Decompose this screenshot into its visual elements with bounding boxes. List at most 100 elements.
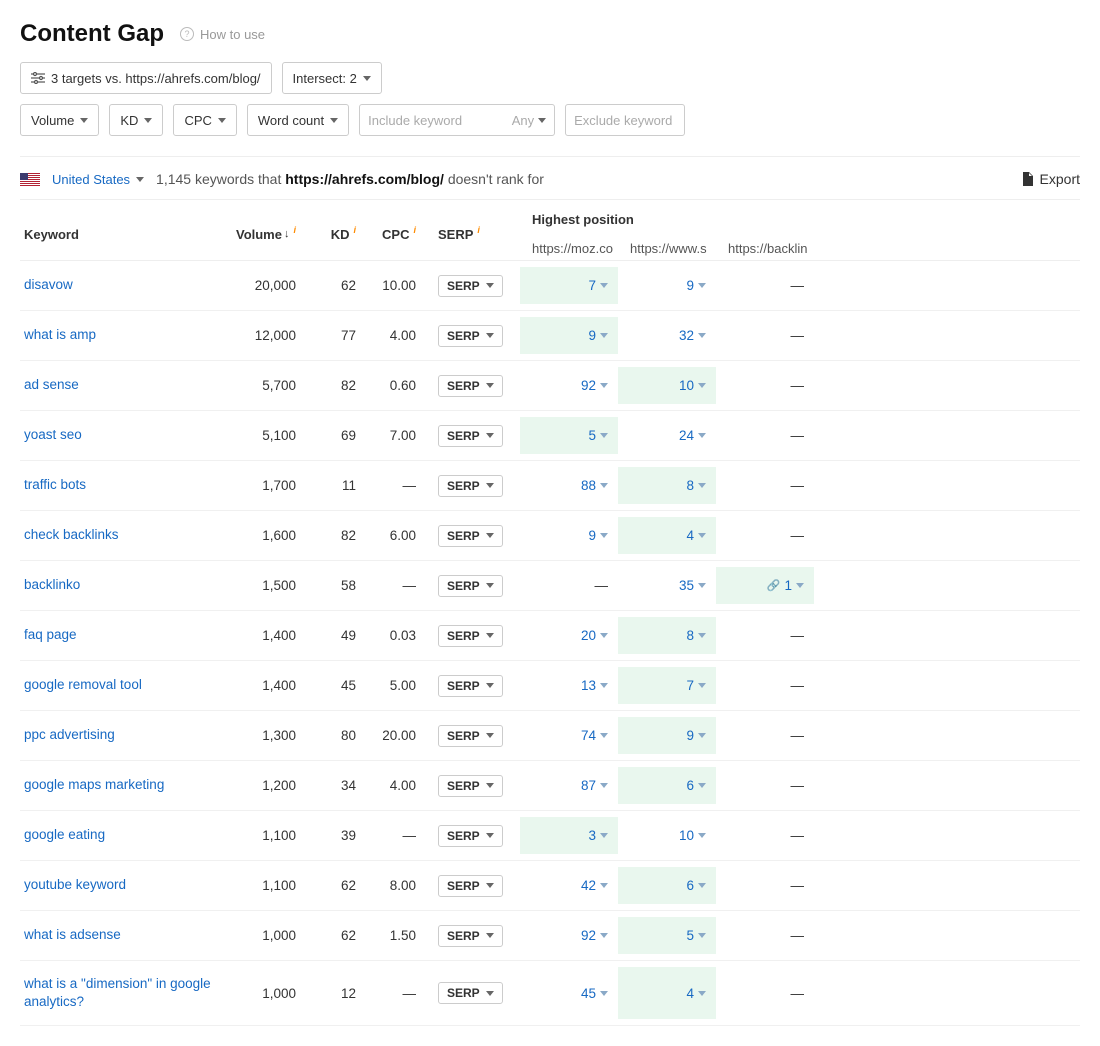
position-cell[interactable]: 7 xyxy=(618,667,716,704)
targets-filter[interactable]: 3 targets vs. https://ahrefs.com/blog/ xyxy=(20,62,272,94)
col-kd[interactable]: KDi xyxy=(300,212,360,256)
info-icon[interactable]: i xyxy=(413,225,416,235)
position-cell[interactable]: 87 xyxy=(520,778,618,793)
subcol-competitor-1[interactable]: https://moz.co xyxy=(532,241,630,256)
keyword-link[interactable]: what is amp xyxy=(20,326,220,344)
position-cell[interactable]: 10 xyxy=(618,828,716,843)
position-cell[interactable]: 3 xyxy=(520,817,618,854)
position-cell[interactable]: 🔗 1 xyxy=(716,567,814,604)
how-to-use-label: How to use xyxy=(200,27,265,42)
position-cell[interactable]: 8 xyxy=(618,617,716,654)
keyword-link[interactable]: traffic bots xyxy=(20,476,220,494)
export-button[interactable]: Export xyxy=(1022,171,1080,187)
position-cell[interactable]: 74 xyxy=(520,728,618,743)
intersect-filter[interactable]: Intersect: 2 xyxy=(282,62,382,94)
include-any-dropdown[interactable]: Any xyxy=(512,113,546,128)
serp-cell: SERP xyxy=(420,775,520,797)
keyword-link[interactable]: google removal tool xyxy=(20,676,220,694)
chevron-down-icon xyxy=(218,118,226,123)
chevron-down-icon xyxy=(486,883,494,888)
position-cell[interactable]: 5 xyxy=(520,417,618,454)
position-cell[interactable]: 45 xyxy=(520,986,618,1001)
position-cell[interactable]: 9 xyxy=(618,717,716,754)
keyword-link[interactable]: disavow xyxy=(20,276,220,294)
position-cell[interactable]: 10 xyxy=(618,367,716,404)
position-cell[interactable]: 9 xyxy=(520,317,618,354)
keyword-link[interactable]: what is adsense xyxy=(20,926,220,944)
serp-button[interactable]: SERP xyxy=(438,925,503,947)
serp-button[interactable]: SERP xyxy=(438,425,503,447)
exclude-keyword-input[interactable]: Exclude keyword xyxy=(565,104,685,136)
info-icon[interactable]: i xyxy=(477,225,480,235)
position-cell[interactable]: 88 xyxy=(520,478,618,493)
keyword-link[interactable]: youtube keyword xyxy=(20,876,220,894)
position-cell[interactable]: 4 xyxy=(618,967,716,1019)
serp-button[interactable]: SERP xyxy=(438,525,503,547)
position-cell[interactable]: 92 xyxy=(520,928,618,943)
serp-button[interactable]: SERP xyxy=(438,875,503,897)
keyword-link[interactable]: google eating xyxy=(20,826,220,844)
keyword-link[interactable]: check backlinks xyxy=(20,526,220,544)
help-icon: ? xyxy=(180,27,194,41)
col-cpc[interactable]: CPCi xyxy=(360,212,420,256)
serp-button[interactable]: SERP xyxy=(438,825,503,847)
cpc-filter[interactable]: CPC xyxy=(173,104,236,136)
keyword-link[interactable]: what is a "dimension" in google analytic… xyxy=(20,975,220,1011)
serp-button[interactable]: SERP xyxy=(438,775,503,797)
position-cell[interactable]: 6 xyxy=(618,867,716,904)
position-cell: — xyxy=(716,278,814,293)
col-keyword[interactable]: Keyword xyxy=(20,212,220,256)
serp-cell: SERP xyxy=(420,925,520,947)
table-row: what is amp12,000774.00SERP932— xyxy=(20,311,1080,361)
info-icon[interactable]: i xyxy=(293,225,296,235)
info-icon[interactable]: i xyxy=(353,225,356,235)
serp-button[interactable]: SERP xyxy=(438,375,503,397)
position-cell[interactable]: 24 xyxy=(618,428,716,443)
keyword-link[interactable]: google maps marketing xyxy=(20,776,220,794)
subcol-competitor-2[interactable]: https://www.s xyxy=(630,241,728,256)
keyword-link[interactable]: ad sense xyxy=(20,376,220,394)
keyword-link[interactable]: ppc advertising xyxy=(20,726,220,744)
country-selector[interactable]: United States xyxy=(52,172,144,187)
serp-button[interactable]: SERP xyxy=(438,325,503,347)
serp-button[interactable]: SERP xyxy=(438,982,503,1004)
col-serp[interactable]: SERPi xyxy=(420,212,520,256)
serp-button[interactable]: SERP xyxy=(438,675,503,697)
position-cell[interactable]: 5 xyxy=(618,917,716,954)
position-cell[interactable]: 42 xyxy=(520,878,618,893)
cpc-value: 5.00 xyxy=(360,678,420,693)
col-volume[interactable]: Volume↓i xyxy=(220,212,300,256)
kd-value: 58 xyxy=(300,578,360,593)
chevron-down-icon xyxy=(486,833,494,838)
position-cell[interactable]: 32 xyxy=(618,328,716,343)
word-count-filter-label: Word count xyxy=(258,113,324,128)
table-row: what is a "dimension" in google analytic… xyxy=(20,961,1080,1026)
word-count-filter[interactable]: Word count xyxy=(247,104,349,136)
kd-filter[interactable]: KD xyxy=(109,104,163,136)
serp-button[interactable]: SERP xyxy=(438,575,503,597)
position-cell[interactable]: 35 xyxy=(618,578,716,593)
serp-button[interactable]: SERP xyxy=(438,475,503,497)
include-keyword-input[interactable]: Include keyword Any xyxy=(359,104,555,136)
position-cell[interactable]: 20 xyxy=(520,628,618,643)
chevron-down-icon xyxy=(600,333,608,338)
serp-button[interactable]: SERP xyxy=(438,625,503,647)
position-cell[interactable]: 9 xyxy=(520,528,618,543)
chevron-down-icon xyxy=(486,933,494,938)
serp-button[interactable]: SERP xyxy=(438,275,503,297)
position-cell[interactable]: 8 xyxy=(618,467,716,504)
keyword-link[interactable]: yoast seo xyxy=(20,426,220,444)
position-cell[interactable]: 13 xyxy=(520,678,618,693)
keyword-link[interactable]: faq page xyxy=(20,626,220,644)
keyword-link[interactable]: backlinko xyxy=(20,576,220,594)
position-cell[interactable]: 6 xyxy=(618,767,716,804)
subcol-competitor-3[interactable]: https://backlin xyxy=(728,241,826,256)
serp-button[interactable]: SERP xyxy=(438,725,503,747)
position-cell[interactable]: 7 xyxy=(520,267,618,304)
position-cell[interactable]: 9 xyxy=(618,278,716,293)
how-to-use-link[interactable]: ? How to use xyxy=(180,27,265,42)
serp-cell: SERP xyxy=(420,675,520,697)
position-cell[interactable]: 4 xyxy=(618,517,716,554)
position-cell[interactable]: 92 xyxy=(520,378,618,393)
volume-filter[interactable]: Volume xyxy=(20,104,99,136)
